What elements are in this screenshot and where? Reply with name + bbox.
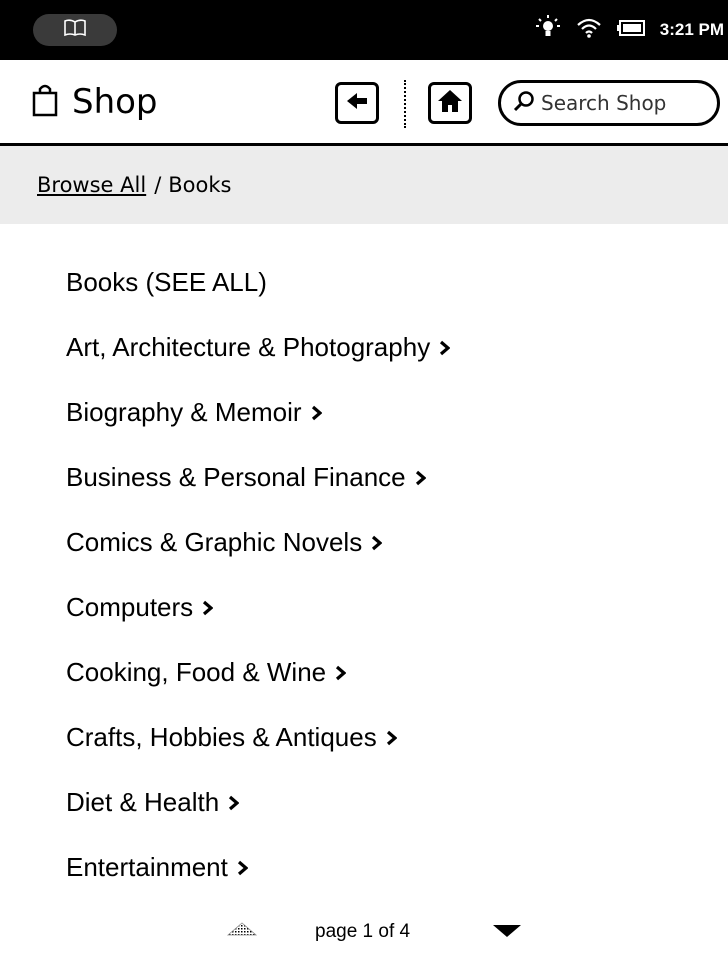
back-arrow-icon bbox=[345, 91, 369, 116]
status-bar: 3:21 PM bbox=[0, 0, 728, 60]
category-list: Books (SEE ALL) Art, Architecture & Phot… bbox=[66, 250, 451, 900]
category-item-books-see-all[interactable]: Books (SEE ALL) bbox=[66, 250, 450, 315]
category-item-cooking[interactable]: Cooking, Food & Wine bbox=[66, 640, 450, 705]
shop-header: Shop Search Shop bbox=[0, 60, 728, 146]
category-label: Cooking, Food & Wine bbox=[66, 657, 327, 687]
category-label: Entertainment bbox=[66, 852, 228, 882]
search-input[interactable]: Search Shop bbox=[498, 80, 720, 126]
next-page-button[interactable] bbox=[492, 924, 522, 943]
category-item-business[interactable]: Business & Personal Finance bbox=[66, 445, 450, 510]
book-icon bbox=[63, 18, 87, 42]
chevron-right-icon bbox=[201, 600, 214, 616]
category-item-art[interactable]: Art, Architecture & Photography bbox=[66, 315, 451, 380]
home-button[interactable] bbox=[428, 82, 472, 124]
library-button[interactable] bbox=[33, 14, 117, 46]
breadcrumb-separator: / bbox=[154, 173, 162, 197]
page-indicator: page 1 of 4 bbox=[315, 921, 411, 942]
chevron-right-icon bbox=[385, 730, 397, 746]
wifi-icon[interactable] bbox=[576, 17, 602, 44]
category-item-computers[interactable]: Computers bbox=[66, 575, 450, 640]
chevron-right-icon bbox=[370, 535, 383, 551]
glowlight-icon[interactable] bbox=[534, 14, 562, 47]
category-label: Computers bbox=[66, 592, 194, 622]
triangle-down-icon bbox=[493, 925, 521, 937]
battery-icon[interactable] bbox=[616, 19, 646, 42]
category-item-crafts[interactable]: Crafts, Hobbies & Antiques bbox=[66, 705, 450, 770]
search-icon bbox=[513, 90, 535, 117]
category-label: Books (SEE ALL) bbox=[66, 267, 267, 297]
chevron-right-icon bbox=[438, 340, 451, 356]
back-button[interactable] bbox=[335, 82, 379, 124]
breadcrumb: Browse All / Books bbox=[0, 146, 728, 224]
category-label: Art, Architecture & Photography bbox=[66, 332, 431, 362]
category-label: Comics & Graphic Novels bbox=[66, 527, 363, 557]
page-title: Shop bbox=[32, 72, 158, 132]
triangle-up-icon bbox=[226, 922, 258, 936]
chevron-right-icon bbox=[227, 795, 240, 811]
toolbar-divider bbox=[404, 80, 406, 128]
category-item-comics[interactable]: Comics & Graphic Novels bbox=[66, 510, 450, 575]
chevron-right-icon bbox=[414, 470, 426, 486]
category-label: Diet & Health bbox=[66, 787, 220, 817]
chevron-right-icon bbox=[334, 665, 347, 681]
home-icon bbox=[437, 89, 463, 118]
shopping-bag-icon bbox=[32, 83, 58, 122]
status-time: 3:21 PM bbox=[659, 20, 724, 39]
chevron-right-icon bbox=[310, 405, 322, 421]
breadcrumb-link-browse-all[interactable]: Browse All bbox=[37, 173, 146, 197]
breadcrumb-current: Books bbox=[168, 173, 232, 197]
previous-page-button[interactable] bbox=[226, 922, 258, 941]
category-item-biography[interactable]: Biography & Memoir bbox=[66, 380, 450, 445]
category-label: Business & Personal Finance bbox=[66, 462, 406, 492]
category-item-entertainment[interactable]: Entertainment bbox=[66, 835, 450, 900]
page-title-text: Shop bbox=[72, 82, 158, 122]
search-placeholder: Search Shop bbox=[541, 91, 667, 115]
category-label: Crafts, Hobbies & Antiques bbox=[66, 722, 377, 752]
pagination: page 1 of 4 bbox=[0, 912, 728, 952]
category-item-diet-health[interactable]: Diet & Health bbox=[66, 770, 450, 835]
category-label: Biography & Memoir bbox=[66, 397, 302, 427]
chevron-right-icon bbox=[236, 860, 248, 876]
